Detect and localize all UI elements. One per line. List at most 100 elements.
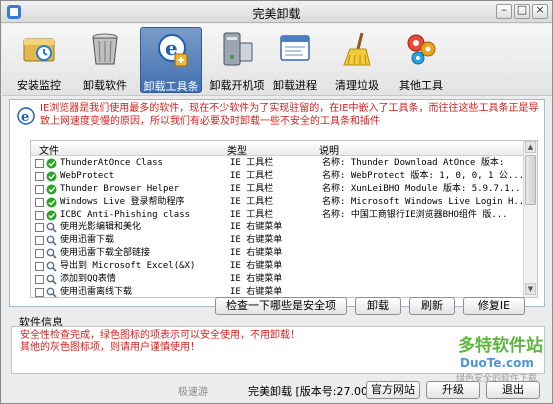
column-desc[interactable]: 说明 — [319, 142, 339, 157]
tool-label: 卸载软件 — [83, 79, 127, 92]
scroll-down-icon[interactable]: ▼ — [525, 283, 536, 295]
duote-watermark-logo: 多特软件站 DuoTe.com 绿色安全的软件下载 — [456, 335, 543, 384]
shield-check-icon — [46, 210, 57, 221]
list-rows: ThunderAtOnce Class IE 工具栏 名称: Thunder Dow… — [31, 157, 523, 297]
shield-check-icon — [46, 184, 57, 195]
brand-text: 极速游 — [178, 387, 208, 398]
tool-install-monitor[interactable]: 安装监控 — [8, 27, 70, 93]
computer-startup-icon — [223, 32, 253, 66]
row-checkbox[interactable] — [35, 197, 44, 207]
tool-label: 卸载开机项 — [209, 79, 265, 92]
gears-icon — [407, 34, 436, 65]
row-checkbox[interactable] — [35, 223, 44, 233]
svg-text:e: e — [21, 110, 29, 125]
magnifier-icon — [46, 274, 57, 285]
row-checkbox[interactable] — [35, 287, 44, 297]
process-window-icon — [280, 35, 310, 61]
list-row[interactable]: Windows Live 登录帮助程序 IE 工具栏 名称: Microsoft W… — [31, 196, 523, 209]
scroll-thumb[interactable] — [525, 155, 536, 205]
list-row[interactable]: 导出到 Microsoft Excel(&X) IE 右键菜单 — [31, 260, 523, 273]
tool-label: 卸载工具条 — [143, 80, 199, 93]
tool-label: 安装监控 — [17, 79, 61, 92]
repair-ie-button[interactable]: 修复IE — [463, 297, 525, 315]
tool-uninstall-process[interactable]: 卸载进程 — [264, 27, 326, 93]
list-row[interactable]: ICBC Anti-Phishing class IE 工具栏 名称: 中国工商银行… — [31, 209, 523, 222]
info-text: 安全性检查完成，绿色图标的项表示可以安全使用，不用卸载！ 其他的灰色图标项，则请… — [20, 330, 300, 354]
close-button[interactable]: × — [532, 3, 548, 19]
row-checkbox[interactable] — [35, 262, 44, 272]
tool-clean-junk[interactable]: 清理垃圾 — [326, 27, 388, 93]
list-row[interactable]: Thunder Browser Helper IE 工具栏 名称: XunLeiBH… — [31, 183, 523, 196]
row-file-name: WebProtect — [60, 170, 115, 181]
maximize-button[interactable]: □ — [514, 3, 530, 19]
uninstall-button[interactable]: 卸载 — [355, 297, 401, 315]
row-file-name: Thunder Browser Helper — [60, 183, 180, 194]
notice-text: IE浏览器是我们使用最多的软件，现在不少软件为了实现驻留的，在IE中嵌入了工具条… — [40, 103, 539, 127]
scroll-up-icon[interactable]: ▲ — [525, 141, 536, 153]
shield-check-icon — [46, 171, 57, 182]
row-checkbox[interactable] — [35, 171, 44, 181]
row-checkbox[interactable] — [35, 249, 44, 259]
tool-other-tools[interactable]: 其他工具 — [390, 27, 452, 93]
minimize-button[interactable]: – — [496, 3, 512, 19]
row-type: IE 右键菜单 — [230, 274, 283, 285]
minimize-icon: – — [501, 3, 507, 16]
row-checkbox[interactable] — [35, 184, 44, 194]
tool-label: 清理垃圾 — [335, 79, 379, 92]
list-row[interactable]: 使用迅雷下载全部链接 IE 右键菜单 — [31, 247, 523, 260]
column-file[interactable]: 文件 — [39, 142, 59, 157]
column-type[interactable]: 类型 — [227, 142, 247, 157]
watermark-en: DuoTe.com — [460, 356, 534, 370]
row-checkbox[interactable] — [35, 210, 44, 220]
list-header: 文件 类型 说明 — [31, 141, 523, 157]
maximize-icon: □ — [516, 3, 528, 16]
ie-notice: e IE浏览器是我们使用最多的软件，现在不少软件为了实现驻留的，在IE中嵌入了工… — [10, 100, 544, 134]
row-type: IE 右键菜单 — [230, 248, 283, 259]
row-file-name: 使用迅雷离线下载 — [60, 286, 133, 297]
list-row[interactable]: 使用光影编辑和美化 IE 右键菜单 — [31, 221, 523, 234]
row-description: 名称: Microsoft Windows Live Login H... — [322, 196, 522, 207]
watermark-sub: 绿色安全的软件下载 — [456, 372, 537, 384]
list-row[interactable]: ThunderAtOnce Class IE 工具栏 名称: Thunder Dow… — [31, 157, 523, 170]
trash-bin-icon — [92, 33, 118, 65]
watermark-cn: 多特软件站 — [458, 335, 543, 356]
tool-label: 其他工具 — [399, 79, 443, 92]
shield-check-icon — [46, 158, 57, 169]
row-file-name: 使用迅雷下载全部链接 — [60, 248, 151, 259]
list-row[interactable]: 使用迅雷下载 IE 右键菜单 — [31, 234, 523, 247]
list-row[interactable]: WebProtect IE 工具栏 名称: WebProtect 版本: 1, 0,… — [31, 170, 523, 183]
tool-uninstall-software[interactable]: 卸载软件 — [74, 27, 136, 93]
main-panel: e IE浏览器是我们使用最多的软件，现在不少软件为了实现驻留的，在IE中嵌入了工… — [9, 99, 545, 307]
row-description: 名称: Thunder Download AtOnce 版本: — [322, 158, 505, 168]
row-checkbox[interactable] — [35, 275, 44, 285]
ie-toolbar-icon: e — [158, 34, 188, 67]
broom-icon — [343, 32, 371, 66]
row-type: IE 工具栏 — [230, 196, 274, 207]
row-type: IE 工具栏 — [230, 158, 274, 168]
row-file-name: 使用光影编辑和美化 — [60, 222, 142, 233]
row-type: IE 工具栏 — [230, 183, 274, 194]
row-type: IE 工具栏 — [230, 209, 274, 220]
install-monitor-icon — [23, 38, 55, 62]
row-checkbox[interactable] — [35, 236, 44, 246]
toolbar-list[interactable]: 文件 类型 说明 ThunderAtOnce Class IE 工具栏 名称: Th… — [30, 140, 538, 298]
magnifier-icon — [46, 223, 57, 234]
row-type: IE 右键菜单 — [230, 235, 283, 246]
close-icon: × — [535, 3, 545, 16]
tool-uninstall-startup[interactable]: 卸载开机项 — [206, 27, 268, 93]
list-row[interactable]: 添加到QQ表情 IE 右键菜单 — [31, 273, 523, 286]
ie-logo-icon: e — [17, 107, 35, 125]
refresh-button[interactable]: 刷新 — [409, 297, 455, 315]
row-type: IE 工具栏 — [230, 170, 274, 181]
row-file-name: ThunderAtOnce Class — [60, 158, 163, 168]
tool-label: 卸载进程 — [273, 79, 317, 92]
title-bar[interactable]: 完美卸载 – □ × — [1, 1, 552, 23]
row-checkbox[interactable] — [35, 159, 44, 168]
tool-uninstall-toolbar[interactable]: e 卸载工具条 — [140, 27, 202, 93]
vertical-scrollbar[interactable]: ▲ ▼ — [523, 141, 537, 297]
magnifier-icon — [46, 248, 57, 259]
website-button[interactable]: 官方网站 — [366, 381, 420, 399]
row-file-name: 添加到QQ表情 — [60, 274, 116, 285]
check-safe-button[interactable]: 检查一下哪些是安全项 — [215, 297, 347, 315]
row-file-name: Windows Live 登录帮助程序 — [60, 196, 185, 207]
